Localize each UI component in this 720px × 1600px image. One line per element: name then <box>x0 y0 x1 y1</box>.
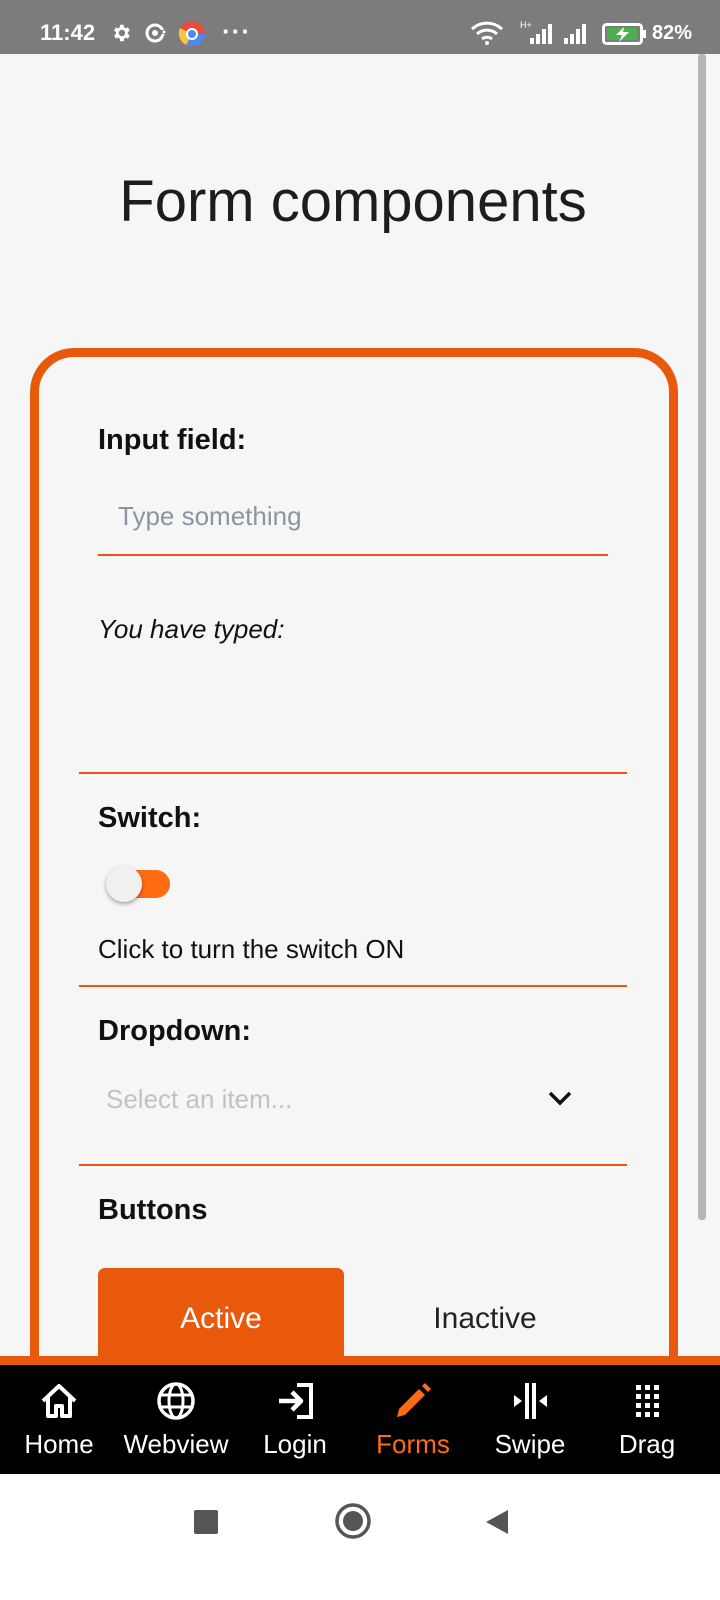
switch-label: Switch: <box>98 802 202 834</box>
chrome-icon <box>178 21 205 47</box>
text-input[interactable] <box>98 478 608 556</box>
toggle-switch[interactable] <box>106 866 170 902</box>
system-nav-bar <box>0 1474 720 1600</box>
input-field-label: Input field: <box>98 424 247 456</box>
inactive-button[interactable]: Inactive <box>362 1268 608 1368</box>
tab-login[interactable]: Login <box>236 1365 354 1474</box>
grid-icon <box>636 1385 659 1417</box>
svg-text:H+: H+ <box>520 20 532 30</box>
battery-charging-icon <box>602 23 646 45</box>
dropdown-placeholder: Select an item... <box>106 1084 293 1114</box>
tab-home[interactable]: Home <box>0 1365 118 1474</box>
tab-forms[interactable]: Forms <box>354 1365 472 1474</box>
dropdown-label: Dropdown: <box>98 1015 252 1047</box>
tab-label: Webview <box>123 1429 229 1459</box>
page-title: Form components <box>119 169 587 234</box>
globe-icon <box>157 1382 195 1420</box>
home-circle-icon[interactable] <box>334 1502 372 1540</box>
tab-label: Login <box>263 1429 327 1459</box>
buttons-label: Buttons <box>98 1194 208 1226</box>
divider <box>79 985 627 987</box>
gear-icon <box>114 24 130 42</box>
inactive-button-label: Inactive <box>433 1302 537 1335</box>
battery-percent: 82% <box>652 22 693 44</box>
login-icon <box>279 1383 313 1419</box>
chevron-down-icon <box>548 1091 572 1106</box>
active-button[interactable]: Active <box>98 1268 344 1368</box>
status-bar: 11:42 ··· H+ 82% <box>0 0 720 54</box>
tab-label: Home <box>24 1429 94 1459</box>
tab-label: Drag <box>618 1429 676 1459</box>
active-button-label: Active <box>180 1302 262 1335</box>
switch-hint: Click to turn the switch ON <box>98 934 405 964</box>
sync-icon <box>145 23 166 43</box>
pencil-icon <box>397 1383 431 1417</box>
back-icon[interactable] <box>484 1508 510 1536</box>
swipe-icon <box>514 1383 547 1419</box>
overflow-dots: ··· <box>222 16 251 46</box>
tab-swipe[interactable]: Swipe <box>471 1365 589 1474</box>
signal-icon: H+ <box>520 20 552 44</box>
wifi-icon <box>470 21 504 45</box>
tab-label: Swipe <box>494 1429 566 1459</box>
divider <box>79 1164 627 1166</box>
switch-thumb <box>106 866 142 902</box>
recents-icon[interactable] <box>194 1510 218 1534</box>
divider <box>79 772 627 774</box>
tab-drag[interactable]: Drag <box>588 1365 706 1474</box>
signal-icon-2 <box>564 24 586 44</box>
typed-output: You have typed: <box>98 614 285 644</box>
tab-label: Forms <box>376 1429 450 1459</box>
tab-webview[interactable]: Webview <box>117 1365 235 1474</box>
status-time: 11:42 <box>40 20 96 45</box>
home-icon <box>41 1384 77 1418</box>
dropdown-select[interactable]: Select an item... <box>98 1064 598 1134</box>
bottom-tab-bar: Home Webview Login Forms Swipe Drag <box>0 1356 720 1474</box>
